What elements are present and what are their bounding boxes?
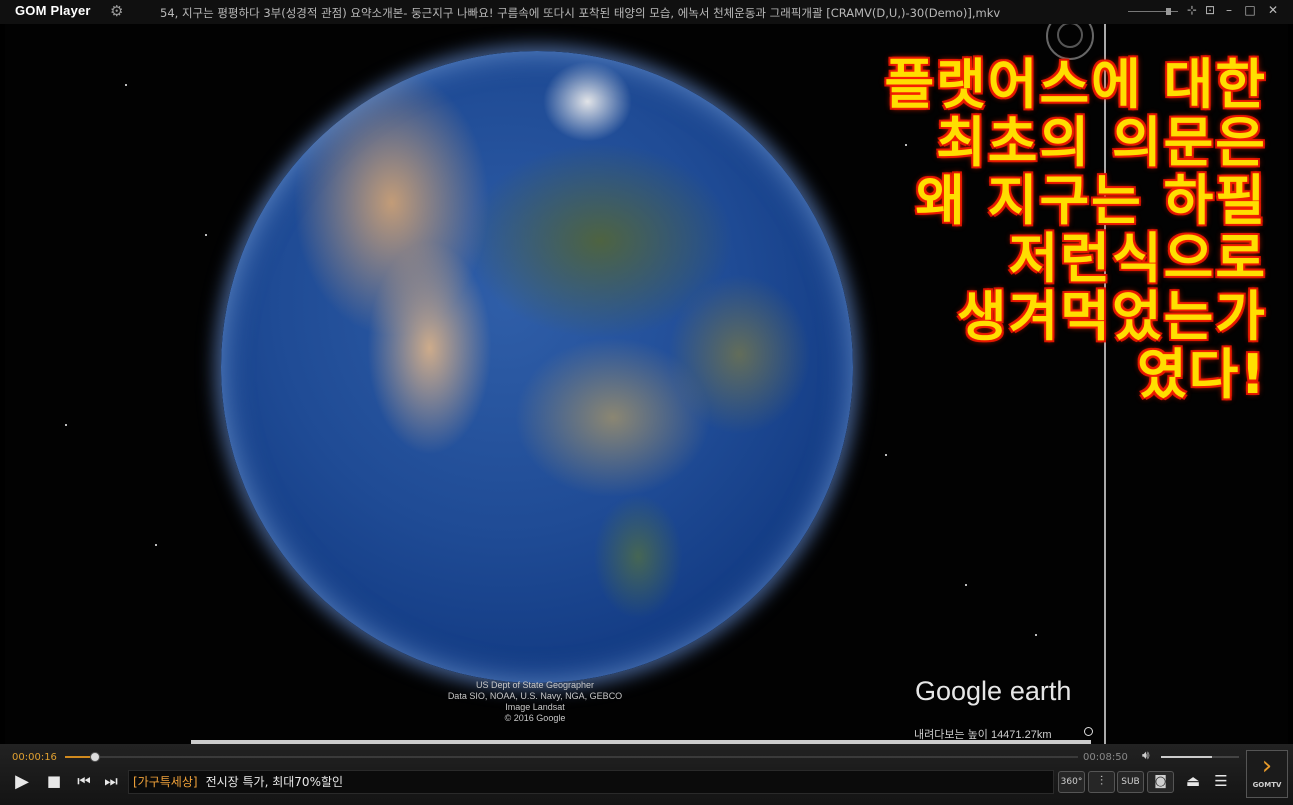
maximize-icon[interactable]: □	[1242, 3, 1258, 17]
map-credits: US Dept of State Geographer Data SIO, NO…	[425, 680, 645, 724]
vr-360-button[interactable]: 360°	[1058, 771, 1085, 793]
caption-overlay: 플랫어스에 대한 최초의 의문은 왜 지구는 하필 저런식으로 생겨먹었는가 였…	[884, 53, 1267, 406]
status-circle-icon	[1084, 727, 1093, 736]
window-title: 54, 지구는 평평하다 3부(성경적 관점) 요약소개본- 둥근지구 나빠요!…	[160, 6, 1001, 20]
video-viewport[interactable]: 플랫어스에 대한 최초의 의문은 왜 지구는 하필 저런식으로 생겨먹었는가 였…	[5, 24, 1288, 744]
credit-line: Data SIO, NOAA, U.S. Navy, NGA, GEBCO	[447, 691, 623, 701]
ticker-tag: [가구특세상]	[133, 775, 198, 789]
volume-slider[interactable]	[1161, 756, 1239, 758]
credit-line: © 2016 Google	[504, 713, 566, 723]
close-icon[interactable]: ✕	[1265, 3, 1281, 17]
gomtv-label: GOMTV	[1252, 781, 1282, 789]
mini-mode-icon[interactable]: ⊡	[1202, 3, 1218, 17]
google-earth-watermark: Google earth	[915, 672, 1071, 708]
camera-icon[interactable]: ◙	[1147, 771, 1174, 793]
ticker-message: 전시장 특가, 최대70%할인	[205, 775, 344, 789]
opacity-slider[interactable]	[1128, 8, 1178, 15]
current-time: 00:00:16	[12, 752, 57, 763]
earth-globe-image	[221, 51, 853, 683]
play-icon[interactable]: ▶	[11, 771, 33, 792]
menu-icon[interactable]: ☰	[1210, 772, 1232, 790]
credit-line: Image Landsat	[505, 702, 565, 712]
seek-handle[interactable]	[90, 752, 101, 762]
gomtv-button[interactable]: › GOMTV	[1246, 750, 1288, 798]
previous-icon[interactable]: ⏮︎	[73, 772, 95, 790]
title-bar: GOM Player ⚙ 54, 지구는 평평하다 3부(성경적 관점) 요약소…	[0, 0, 1293, 24]
watermark-google: Google	[915, 676, 1003, 706]
watermark-earth: earth	[1009, 676, 1072, 706]
chevron-right-icon: ›	[1261, 751, 1273, 781]
next-icon[interactable]: ⏭︎	[100, 772, 122, 790]
stop-icon[interactable]: ■	[43, 772, 65, 790]
minimize-icon[interactable]: –	[1221, 3, 1237, 17]
ad-ticker[interactable]: [가구특세상] 전시장 특가, 최대70%할인	[128, 770, 1054, 794]
pin-icon[interactable]: ⊹	[1184, 3, 1200, 17]
seek-bar[interactable]	[65, 752, 1078, 762]
eject-icon[interactable]: ⏏	[1182, 772, 1204, 790]
subtitle-button[interactable]: SUB	[1117, 771, 1144, 793]
volume-icon[interactable]: 🔊︎	[1142, 748, 1150, 763]
equalizer-icon[interactable]: ⫶	[1088, 771, 1115, 793]
settings-gear-icon[interactable]: ⚙	[110, 2, 123, 20]
control-bar: 00:00:16 00:08:50 🔊︎ ▶ ■ ⏮︎ ⏭︎ [가구특세상] 전시…	[0, 744, 1293, 805]
app-logo[interactable]: GOM Player	[15, 3, 91, 18]
duration-time: 00:08:50	[1083, 752, 1128, 763]
credit-line: US Dept of State Geographer	[475, 680, 595, 690]
volume-level	[1161, 756, 1212, 758]
